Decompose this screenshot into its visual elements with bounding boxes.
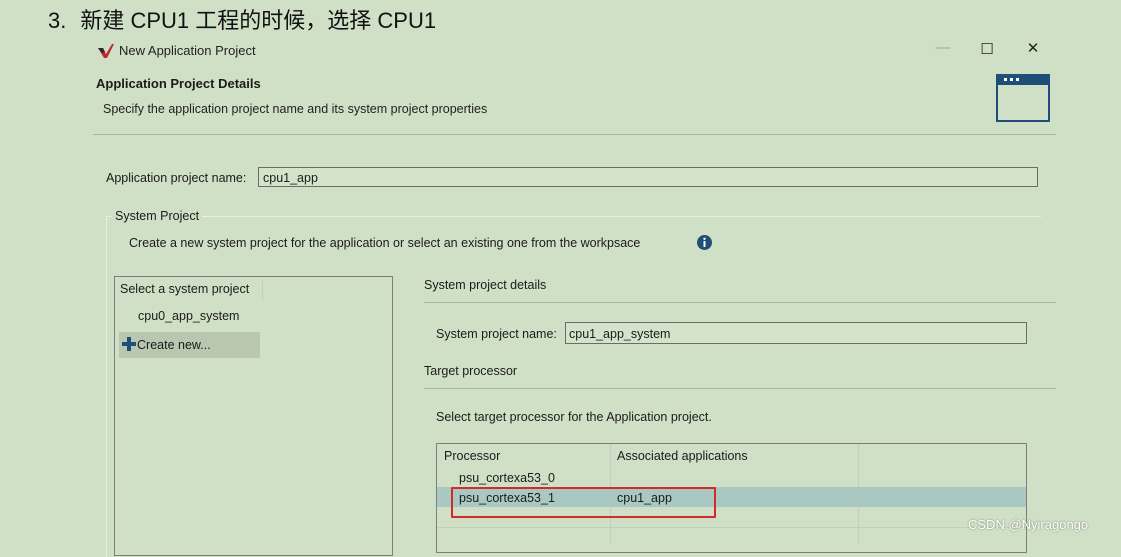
system-details-heading: System project details bbox=[424, 278, 547, 292]
close-button[interactable]: ✕ bbox=[1024, 41, 1042, 57]
system-name-input[interactable]: cpu1_app_system bbox=[565, 322, 1027, 344]
maximize-button[interactable]: ☐ bbox=[978, 42, 996, 58]
create-new-label: Create new... bbox=[137, 338, 211, 352]
window-banner-icon bbox=[996, 74, 1050, 122]
step-number: 3. bbox=[48, 8, 67, 33]
list-item-cpu0-app-system[interactable]: cpu0_app_system bbox=[138, 309, 239, 323]
column-header-processor[interactable]: Processor bbox=[444, 449, 500, 463]
table-row-separator bbox=[437, 527, 1026, 528]
plus-icon bbox=[122, 337, 136, 351]
target-processor-heading: Target processor bbox=[424, 364, 518, 378]
column-header-associated-applications[interactable]: Associated applications bbox=[617, 449, 748, 463]
target-instruction: Select target processor for the Applicat… bbox=[436, 410, 712, 424]
target-processor-divider bbox=[424, 388, 1056, 389]
document-caption: 3. 新建 CPU1 工程的时候，选择 CPU1 bbox=[48, 6, 436, 36]
system-name-label: System project name: bbox=[436, 327, 557, 341]
system-project-group-label: System Project bbox=[112, 209, 203, 223]
app-name-input[interactable]: cpu1_app bbox=[258, 167, 1038, 187]
info-icon[interactable] bbox=[697, 235, 712, 250]
watermark: CSDN @Nyiragongo bbox=[968, 517, 1089, 532]
caption-text: 新建 CPU1 工程的时候，选择 CPU1 bbox=[80, 8, 437, 33]
list-header-separator bbox=[262, 281, 263, 300]
system-details-divider bbox=[424, 302, 1056, 303]
annotation-highlight-box bbox=[451, 487, 716, 518]
app-name-label: Application project name: bbox=[106, 171, 247, 185]
header-divider bbox=[93, 134, 1056, 135]
system-list-header: Select a system project bbox=[120, 282, 250, 296]
minimize-button[interactable]: — bbox=[934, 40, 952, 56]
page-subtitle: Specify the application project name and… bbox=[103, 102, 488, 116]
window-title: New Application Project bbox=[119, 43, 256, 58]
table-row-processor[interactable]: psu_cortexa53_0 bbox=[459, 471, 555, 485]
system-project-description: Create a new system project for the appl… bbox=[129, 236, 641, 250]
page-title: Application Project Details bbox=[96, 76, 261, 91]
vitis-logo-icon bbox=[98, 44, 114, 58]
